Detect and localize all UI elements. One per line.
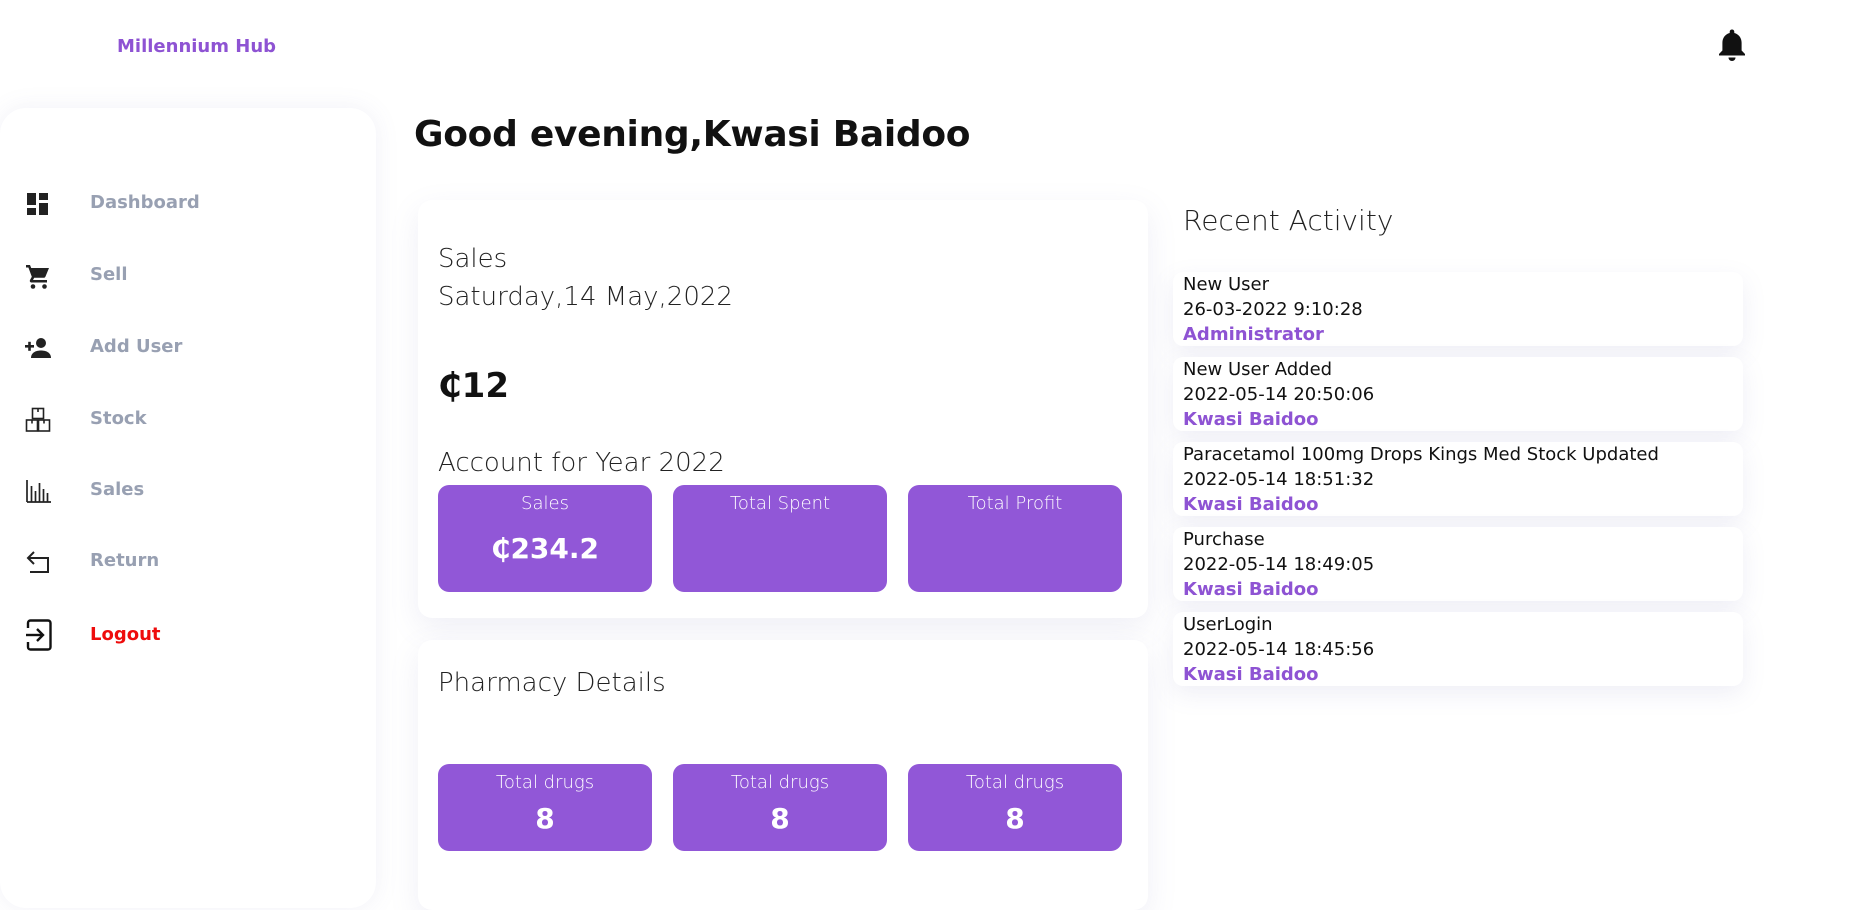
page-title: Good evening,Kwasi Baidoo: [414, 114, 971, 155]
activity-user: Kwasi Baidoo: [1183, 579, 1319, 600]
add-user-icon: [24, 334, 52, 362]
bar-chart-icon: [24, 477, 52, 505]
pharmacy-title: Pharmacy Details: [438, 668, 666, 698]
sales-title: Sales: [438, 244, 508, 274]
activity-time: 2022-05-14 18:49:05: [1183, 554, 1375, 575]
tile-value: 8: [1005, 802, 1025, 835]
sidebar-item-sales[interactable]: Sales: [0, 467, 376, 517]
total-drugs-tile[interactable]: Total drugs 8: [438, 764, 652, 851]
tile-label: Total Profit: [967, 493, 1063, 514]
bell-icon[interactable]: [1717, 28, 1747, 62]
boxes-icon: [24, 406, 52, 434]
tile-label: Total drugs: [730, 772, 830, 793]
total-spent-tile[interactable]: Total Spent: [673, 485, 887, 592]
total-profit-tile[interactable]: Total Profit: [908, 485, 1122, 592]
sidebar-item-label: Stock: [90, 408, 147, 429]
activity-title: Purchase: [1183, 529, 1265, 550]
tile-label: Sales: [521, 493, 569, 514]
activity-time: 2022-05-14 18:45:56: [1183, 639, 1375, 660]
account-title: Account for Year 2022: [438, 448, 725, 478]
tile-label: Total Spent: [729, 493, 831, 514]
tile-value: 8: [535, 802, 555, 835]
sidebar-item-label: Logout: [90, 624, 161, 645]
activity-time: 2022-05-14 18:51:32: [1183, 469, 1375, 490]
sidebar-item-label: Sales: [90, 479, 145, 500]
total-drugs-tile[interactable]: Total drugs 8: [908, 764, 1122, 851]
sidebar-item-sell[interactable]: Sell: [0, 252, 376, 302]
activity-user: Kwasi Baidoo: [1183, 409, 1319, 430]
total-drugs-tile[interactable]: Total drugs 8: [673, 764, 887, 851]
activity-item: UserLogin 2022-05-14 18:45:56 Kwasi Baid…: [1173, 612, 1743, 686]
activity-item: New User Added 2022-05-14 20:50:06 Kwasi…: [1173, 357, 1743, 431]
activity-user: Kwasi Baidoo: [1183, 494, 1319, 515]
sidebar-item-label: Return: [90, 550, 160, 571]
activity-title: New User Added: [1183, 359, 1333, 380]
cart-icon: [24, 262, 52, 290]
sidebar-item-label: Sell: [90, 264, 128, 285]
sidebar-item-label: Add User: [90, 336, 183, 357]
activity-time: 2022-05-14 20:50:06: [1183, 384, 1375, 405]
sales-card: Sales Saturday,14 May,2022 ₵12 Account f…: [418, 200, 1148, 618]
activity-item: Purchase 2022-05-14 18:49:05 Kwasi Baido…: [1173, 527, 1743, 601]
activity-item: New User 26-03-2022 9:10:28 Administrato…: [1173, 272, 1743, 346]
dashboard-icon: [24, 190, 52, 218]
sales-total-tile[interactable]: Sales ₵234.2: [438, 485, 652, 592]
activity-title: Paracetamol 100mg Drops Kings Med Stock …: [1183, 444, 1659, 465]
pharmacy-card: Pharmacy Details Total drugs 8 Total dru…: [418, 640, 1148, 910]
activity-title: New User: [1183, 274, 1270, 295]
sidebar-item-label: Dashboard: [90, 192, 200, 213]
tile-label: Total drugs: [965, 772, 1065, 793]
today-sales-amount: ₵12: [438, 366, 509, 406]
activity-item: Paracetamol 100mg Drops Kings Med Stock …: [1173, 442, 1743, 516]
sidebar-item-logout[interactable]: Logout: [0, 612, 376, 662]
tile-value: 8: [770, 802, 790, 835]
logout-icon: [24, 618, 54, 652]
return-icon: [24, 548, 52, 576]
sidebar-item-add-user[interactable]: Add User: [0, 324, 376, 374]
sidebar-item-return[interactable]: Return: [0, 538, 376, 588]
activity-user: Administrator: [1183, 324, 1324, 345]
activity-title: UserLogin: [1183, 614, 1273, 635]
sidebar: Dashboard Sell Add User Stock Sales Retu…: [0, 108, 376, 908]
sidebar-item-dashboard[interactable]: Dashboard: [0, 180, 376, 230]
sales-date: Saturday,14 May,2022: [438, 282, 733, 312]
tile-value: ₵234.2: [490, 532, 600, 565]
sidebar-item-stock[interactable]: Stock: [0, 396, 376, 446]
activity-user: Kwasi Baidoo: [1183, 664, 1319, 685]
tile-label: Total drugs: [495, 772, 595, 793]
activity-time: 26-03-2022 9:10:28: [1183, 299, 1363, 320]
recent-activity-title: Recent Activity: [1183, 204, 1394, 237]
brand-logo[interactable]: Millennium Hub: [117, 36, 276, 57]
